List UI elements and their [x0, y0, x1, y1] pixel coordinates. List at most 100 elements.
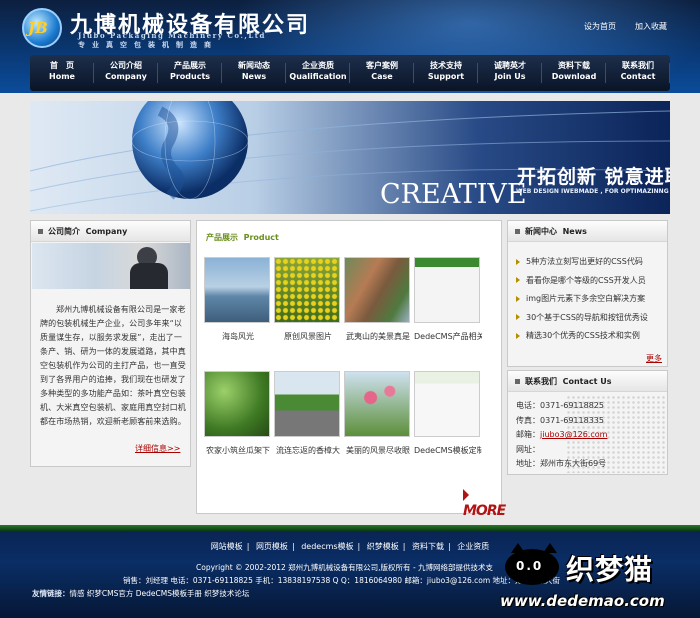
news-item[interactable]: 30个基于CSS的导航和按钮优秀设: [516, 309, 666, 328]
hero-banner: 开拓创新 锐意进取 CREATIVE WEB DESIGN IWEBMADE ,…: [30, 101, 670, 214]
product-caption[interactable]: 流连忘返的香樟大: [274, 443, 342, 459]
news-header: 新闻中心 News: [508, 221, 667, 242]
nav-label-en: News: [241, 72, 267, 81]
product-image[interactable]: [414, 257, 480, 323]
contact-fax: 传真：0371-69118335: [516, 415, 604, 425]
nav-item-case[interactable]: 客户案例 Case: [350, 55, 414, 91]
product-caption[interactable]: DedeCMS模板定制: [414, 443, 482, 459]
footer-divider: |: [246, 542, 250, 551]
watermark-brand: 织梦猫: [566, 553, 654, 586]
footer-link[interactable]: 网站模板: [211, 542, 243, 551]
news-list: 5种方法立刻写出更好的CSS代码 看看你是哪个等级的CSS开发人员 img图片元…: [516, 253, 666, 346]
product-image[interactable]: [344, 257, 410, 323]
product-caption[interactable]: DedeCMS产品相关: [414, 329, 482, 345]
footer-divider: |: [357, 542, 361, 551]
banner-subline: WEB DESIGN IWEBMADE , FOR OPTIMAZINNG: [516, 188, 669, 195]
friend-links: 友情链接：情感 织梦CMS官方 DedeCMS模板手册 织梦技术论坛: [32, 588, 249, 599]
product-image[interactable]: [414, 371, 480, 437]
set-home-link[interactable]: 设为首页: [584, 21, 616, 32]
nav-label-en: Join Us: [494, 72, 526, 81]
bullet-icon: [515, 379, 520, 384]
bullet-icon: [38, 229, 43, 234]
nav-item-contact[interactable]: 联系我们 Contact: [606, 55, 670, 91]
person-body: [130, 263, 168, 289]
contact-details: 电话：0371-69118825 传真：0371-69118335 邮箱：jiu…: [516, 399, 666, 472]
footer-contact-line: 销售：刘经理 电话：0371-69118825 手机：13838197538 Q…: [123, 576, 561, 585]
nav-item-company[interactable]: 公司介绍 Company: [94, 55, 158, 91]
news-panel: 新闻中心 News 5种方法立刻写出更好的CSS代码 看看你是哪个等级的CSS开…: [507, 220, 668, 367]
contact-email-link[interactable]: jiubo3@126.com: [540, 430, 607, 439]
footer-link[interactable]: 织梦模板: [367, 542, 399, 551]
nav-label-en: Company: [105, 72, 147, 81]
nav-item-news[interactable]: 新闻动态 News: [222, 55, 286, 91]
watermark-url: www.dedemao.com: [500, 592, 665, 610]
add-favorite-link[interactable]: 加入收藏: [635, 21, 667, 32]
news-item[interactable]: 精选30个优秀的CSS技术和实例: [516, 327, 666, 346]
product-image[interactable]: [344, 371, 410, 437]
footer-top-bar: [0, 525, 700, 531]
product-item[interactable]: 农家小筑丝瓜架下: [204, 371, 272, 459]
product-caption[interactable]: 原创风景图片: [274, 329, 342, 345]
nav-item-qualification[interactable]: 企业资质 Qualification: [286, 55, 350, 91]
product-item[interactable]: DedeCMS产品相关: [414, 257, 482, 345]
product-item[interactable]: DedeCMS模板定制: [414, 371, 482, 459]
company-slogan: 专业真空包装机制造商: [78, 41, 218, 49]
nav-item-join-us[interactable]: 诚聘英才 Join Us: [478, 55, 542, 91]
product-item[interactable]: 海岛风光: [204, 257, 272, 345]
news-item[interactable]: img图片元素下多余空白解决方案: [516, 290, 666, 309]
product-caption[interactable]: 美丽的风景尽收眼: [344, 443, 412, 459]
about-header: 公司简介 Company: [31, 221, 190, 242]
news-item[interactable]: 5种方法立刻写出更好的CSS代码: [516, 253, 666, 272]
nav-label-cn: 客户案例: [366, 61, 398, 70]
product-item[interactable]: 武夷山的美景真是: [344, 257, 412, 345]
contact-website: 网址：: [516, 444, 540, 454]
watermark-cat-eyes: 0.0: [516, 559, 544, 573]
about-title-en: Company: [85, 227, 128, 236]
product-item[interactable]: 流连忘返的香樟大: [274, 371, 342, 459]
bullet-icon: [515, 229, 520, 234]
nav-item-download[interactable]: 资料下载 Download: [542, 55, 606, 91]
friend-links-list[interactable]: 情感 织梦CMS官方 DedeCMS模板手册 织梦技术论坛: [70, 589, 250, 598]
footer-divider: |: [402, 542, 406, 551]
friend-links-label: 友情链接：: [32, 589, 70, 598]
nav-label-en: Case: [371, 72, 393, 81]
news-item[interactable]: 看看你是哪个等级的CSS开发人员: [516, 272, 666, 291]
contact-title-cn: 联系我们: [525, 377, 557, 386]
news-more-link[interactable]: 更多: [646, 353, 662, 364]
product-image[interactable]: [274, 257, 340, 323]
nav-label-cn: 联系我们: [622, 61, 654, 70]
product-caption[interactable]: 农家小筑丝瓜架下: [204, 443, 272, 459]
product-caption[interactable]: 海岛风光: [204, 329, 272, 345]
nav-label-en: Qualification: [289, 72, 347, 81]
products-more-button[interactable]: MORE: [463, 487, 506, 519]
products-title-cn: 产品展示: [206, 233, 238, 242]
footer-link[interactable]: 企业资质: [457, 542, 489, 551]
footer-link[interactable]: 资料下载: [412, 542, 444, 551]
product-item[interactable]: 美丽的风景尽收眼: [344, 371, 412, 459]
logo-text: JB: [28, 19, 48, 37]
nav-item-products[interactable]: 产品展示 Products: [158, 55, 222, 91]
nav-label-en: Download: [551, 72, 597, 81]
nav-label-cn: 技术支持: [430, 61, 462, 70]
about-more-link[interactable]: 详细信息>>: [135, 443, 180, 454]
footer-link[interactable]: dedecms模板: [301, 542, 353, 551]
contact-address: 地址：郑州市东大街69号: [516, 459, 607, 468]
nav-label-cn: 产品展示: [174, 61, 206, 70]
nav-item-home[interactable]: 首 页 Home: [30, 55, 94, 91]
footer-link[interactable]: 网页模板: [256, 542, 288, 551]
nav-item-support[interactable]: 技术支持 Support: [414, 55, 478, 91]
nav-label-cn: 公司介绍: [110, 61, 142, 70]
about-text: 郑州九博机械设备有限公司是一家老牌的包装机械生产企业，公司多年来“以质量谋生存，…: [40, 305, 186, 426]
product-caption[interactable]: 武夷山的美景真是: [344, 329, 412, 345]
product-image[interactable]: [204, 257, 270, 323]
contact-panel: 联系我们 Contact Us 电话：0371-69118825 传真：0371…: [507, 370, 668, 475]
product-image[interactable]: [204, 371, 270, 437]
product-image[interactable]: [274, 371, 340, 437]
company-logo[interactable]: JB: [22, 8, 62, 48]
product-item[interactable]: 原创风景图片: [274, 257, 342, 345]
nav-label-cn: 新闻动态: [238, 61, 270, 70]
nav-label-cn: 资料下载: [558, 61, 590, 70]
contact-phone: 电话：0371-69118825: [516, 401, 604, 410]
watermark-cat-icon: 0.0: [505, 543, 559, 585]
about-title-cn: 公司简介: [48, 227, 80, 236]
